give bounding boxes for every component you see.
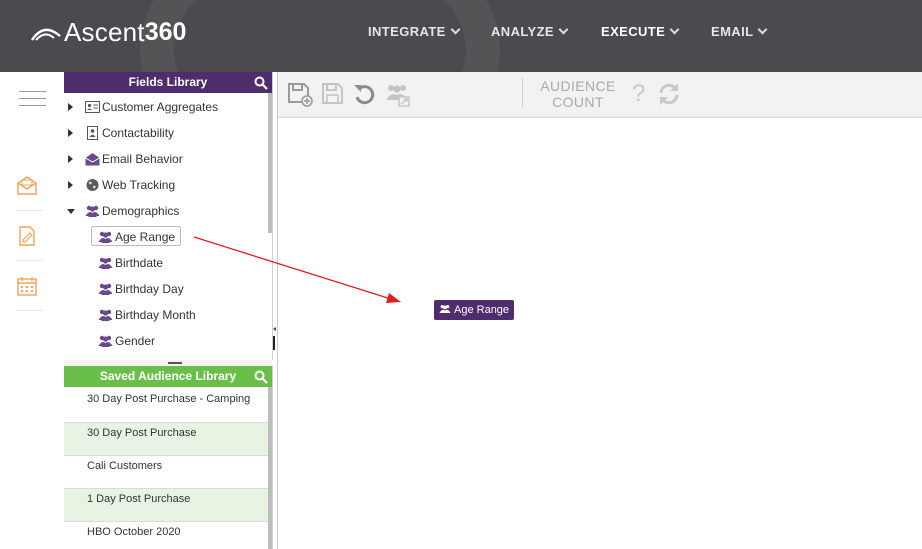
field-item-birthdate[interactable]: Birthdate	[98, 253, 258, 273]
tree-group-label: Demographics	[102, 204, 180, 218]
ascent-logo-icon	[31, 28, 61, 41]
expand-arrow-icon[interactable]	[68, 103, 73, 111]
field-item-label: Birthday Day	[115, 282, 184, 296]
fields-library-panel: Fields Library Customer Aggregates Conta…	[64, 72, 273, 360]
audience-count-label: AUDIENCE COUNT	[536, 78, 620, 110]
tree-group-demographics[interactable]: Demographics	[64, 201, 264, 221]
chevron-down-icon	[669, 24, 680, 35]
brand-number: 360	[144, 17, 187, 46]
save-new-icon[interactable]	[287, 81, 313, 107]
nav-analyze-label: ANALYZE	[491, 24, 554, 39]
globe-icon	[86, 179, 99, 191]
document-edit-icon[interactable]	[16, 225, 38, 247]
saved-library-header: Saved Audience Library	[64, 366, 272, 387]
tree-group-label: Customer Aggregates	[102, 100, 219, 114]
field-item-age-range[interactable]: Age Range	[98, 227, 258, 247]
saved-audience-library-panel: Saved Audience Library 30 Day Post Purch…	[64, 366, 273, 549]
refresh-icon[interactable]	[656, 81, 682, 107]
dragged-field-chip[interactable]: Age Range	[434, 300, 515, 320]
saved-library-title: Saved Audience Library	[99, 369, 237, 383]
undo-icon[interactable]	[352, 81, 378, 107]
calendar-icon[interactable]	[16, 275, 38, 297]
rail-divider	[16, 310, 43, 311]
left-icon-rail	[0, 72, 64, 549]
rail-divider	[16, 210, 43, 211]
chevron-down-icon	[558, 24, 569, 35]
tree-group-email-behavior[interactable]: Email Behavior	[64, 149, 264, 169]
toolbar-divider	[522, 78, 523, 108]
top-header: Ascent 360 INTEGRATE ANALYZE EXECUTE EMAI…	[0, 0, 922, 72]
saved-audience-item[interactable]: 30 Day Post Purchase - Camping	[64, 389, 268, 423]
audience-count-line1: AUDIENCE	[540, 78, 616, 94]
chevron-down-icon	[758, 24, 768, 35]
users-icon	[98, 309, 113, 321]
nav-email-label: EMAIL	[711, 24, 754, 39]
field-item-birthday-day[interactable]: Birthday Day	[98, 279, 258, 299]
tree-group-customer-aggregates[interactable]: Customer Aggregates	[64, 97, 264, 117]
search-icon[interactable]	[254, 76, 268, 90]
tree-group-web-tracking[interactable]: Web Tracking	[64, 175, 264, 195]
expand-arrow-icon[interactable]	[68, 181, 73, 189]
tree-group-label: Web Tracking	[102, 178, 176, 192]
save-icon[interactable]	[320, 81, 346, 107]
saved-audience-item[interactable]: 1 Day Post Purchase	[64, 489, 268, 522]
fields-library-title: Fields Library	[128, 75, 208, 89]
users-icon	[98, 335, 113, 347]
collapse-arrow-icon[interactable]	[67, 209, 75, 214]
users-icon	[98, 257, 113, 269]
field-item-birthday-month[interactable]: Birthday Month	[98, 305, 258, 325]
share-group-icon[interactable]	[385, 81, 411, 107]
chevron-down-icon	[450, 24, 461, 35]
builder-toolbar: AUDIENCE COUNT ?	[278, 72, 922, 118]
hamburger-menu-icon[interactable]	[19, 91, 46, 106]
nav-integrate[interactable]: INTEGRATE	[368, 24, 461, 39]
tree-group-label: Email Behavior	[102, 152, 183, 166]
tree-group-contactability[interactable]: Contactability	[64, 123, 264, 143]
drag-handle-icon[interactable]	[168, 362, 182, 364]
field-item-label: Birthday Month	[115, 308, 196, 322]
rail-divider	[16, 260, 43, 261]
users-icon	[98, 283, 113, 295]
brand-name: Ascent	[64, 16, 145, 47]
audience-count-line2: COUNT	[552, 94, 604, 110]
open-envelope-icon	[85, 153, 100, 166]
saved-library-scrollbar[interactable]	[268, 387, 272, 549]
audience-builder-workspace: AUDIENCE COUNT ?	[277, 72, 922, 549]
tree-group-label: Contactability	[102, 126, 175, 140]
expand-arrow-icon[interactable]	[68, 129, 73, 137]
email-campaign-icon[interactable]	[16, 174, 38, 196]
nav-analyze[interactable]: ANALYZE	[491, 24, 569, 39]
nav-integrate-label: INTEGRATE	[368, 24, 446, 39]
search-icon[interactable]	[254, 370, 268, 384]
field-item-label: Gender	[115, 334, 156, 348]
contact-card-icon	[85, 101, 100, 113]
fields-scrollbar[interactable]	[268, 93, 272, 233]
fields-library-header: Fields Library	[64, 72, 272, 93]
expand-arrow-icon[interactable]	[68, 155, 73, 163]
field-item-label: Age Range	[115, 230, 176, 244]
nav-email[interactable]: EMAIL	[711, 24, 768, 39]
nav-execute-label: EXECUTE	[601, 24, 666, 39]
saved-audience-item[interactable]: HBO October 2020	[64, 522, 268, 549]
users-icon	[439, 305, 451, 314]
users-icon	[98, 231, 113, 243]
dragged-field-label: Age Range	[454, 304, 510, 316]
users-icon	[85, 205, 100, 217]
address-book-icon	[87, 126, 98, 140]
help-icon[interactable]: ?	[632, 80, 645, 108]
brand-logo[interactable]: Ascent 360	[30, 15, 186, 49]
saved-audience-item[interactable]: 30 Day Post Purchase	[64, 423, 268, 456]
nav-execute[interactable]: EXECUTE	[601, 24, 680, 39]
field-item-label: Birthdate	[115, 256, 164, 270]
saved-audience-item[interactable]: Cali Customers	[64, 456, 268, 489]
field-item-gender[interactable]: Gender	[98, 331, 258, 351]
